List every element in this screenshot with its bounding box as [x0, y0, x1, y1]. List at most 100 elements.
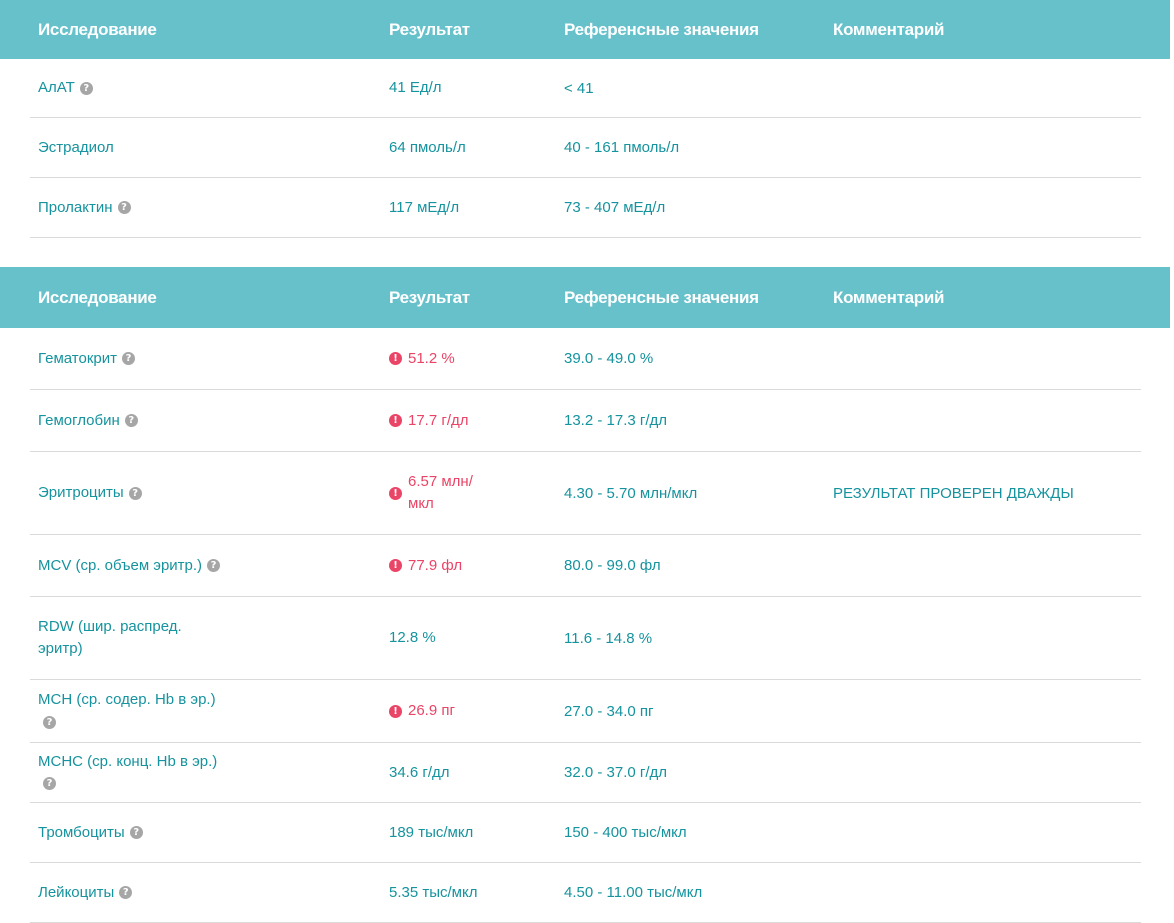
test-name-wrap: MCV (ср. объем эритр.)? [38, 555, 221, 577]
warning-icon: ! [389, 559, 402, 572]
test-name: Лейкоциты [38, 883, 115, 901]
test-name-cell: Эстрадиол [38, 118, 228, 177]
table-header: Исследование Результат Референсные значе… [0, 0, 1170, 59]
help-icon[interactable]: ? [124, 414, 138, 428]
reference-value: 4.30 - 5.70 млн/мкл [564, 452, 697, 534]
result-cell: ! 77.9 фл [389, 535, 462, 596]
result-cell: ! 51.2 % [389, 328, 455, 389]
test-name: Эритроциты [38, 484, 124, 501]
result-value: 34.6 г/дл [389, 763, 450, 781]
table-row: Гематокрит? ! 51.2 % 39.0 - 49.0 % [30, 328, 1141, 390]
header-test: Исследование [38, 288, 157, 307]
result-cell: 189 тыс/мкл [389, 803, 473, 862]
test-name: MCHC (ср. конц. Hb в эр.) [38, 752, 218, 770]
test-name-wrap: Эстрадиол [38, 137, 114, 159]
test-name: Гематокрит [38, 349, 117, 367]
test-name: АлАТ [38, 79, 75, 96]
reference-text: 39.0 - 49.0 % [564, 350, 654, 367]
reference-value: 4.50 - 11.00 тыс/мкл [564, 863, 702, 922]
warning-icon: ! [389, 704, 402, 718]
reference-value: 150 - 400 тыс/мкл [564, 803, 687, 862]
result-cell: 12.8 % [389, 597, 436, 679]
help-icon[interactable]: ? [43, 715, 56, 729]
reference-text: 80.0 - 99.0 фл [564, 557, 661, 574]
header-result: Результат [389, 20, 470, 39]
test-name-cell: Эритроциты? [38, 452, 228, 534]
result-cell: 41 Ед/л [389, 59, 442, 117]
help-icon[interactable]: ? [117, 201, 131, 215]
comment-value: РЕЗУЛЬТАТ ПРОВЕРЕН ДВАЖДЫ [833, 452, 1074, 534]
results-table-blood: Исследование Результат Референсные значе… [0, 267, 1170, 923]
reference-text: 4.30 - 5.70 млн/мкл [564, 484, 698, 502]
table-row: MCHC (ср. конц. Hb в эр.)? 34.6 г/дл 32.0 … [30, 743, 1141, 803]
reference-value: < 41 [564, 59, 594, 117]
table-row: Тромбоциты? 189 тыс/мкл 150 - 400 тыс/мкл [30, 803, 1141, 863]
reference-value: 11.6 - 14.8 % [564, 597, 652, 679]
header-reference: Референсные значения [564, 288, 759, 307]
reference-text: 4.50 - 11.00 тыс/мкл [564, 884, 703, 901]
test-name-wrap: Гемоглобин? [38, 410, 138, 432]
test-name-cell: Гемоглобин? [38, 390, 228, 451]
reference-text: 150 - 400 тыс/мкл [564, 824, 687, 841]
result-value: 12.8 % [389, 629, 436, 646]
test-name: MCV (ср. объем эритр.) [38, 556, 203, 574]
result-cell: 64 пмоль/л [389, 118, 466, 177]
table-body: АлАТ? 41 Ед/л < 41 Эстрадиол 64 пмоль/л 40 - … [0, 59, 1170, 238]
reference-text: 40 - 161 пмоль/л [564, 139, 680, 156]
reference-text: 73 - 407 мЕд/л [564, 199, 666, 216]
reference-text: 32.0 - 37.0 г/дл [564, 764, 668, 781]
test-name: Эстрадиол [38, 138, 114, 156]
test-name-cell: Гематокрит? [38, 328, 228, 389]
table-row: АлАТ? 41 Ед/л < 41 [30, 59, 1141, 118]
results-table-biochemistry: Исследование Результат Референсные значе… [0, 0, 1170, 238]
help-icon[interactable]: ? [43, 777, 56, 791]
help-icon[interactable]: ? [207, 559, 221, 573]
table-row: Пролактин? 117 мЕд/л 73 - 407 мЕд/л [30, 178, 1141, 238]
test-name-cell: MCV (ср. объем эритр.)? [38, 535, 228, 596]
reference-value: 13.2 - 17.3 г/дл [564, 390, 667, 451]
table-header: Исследование Результат Референсные значе… [0, 267, 1170, 328]
result-cell: 34.6 г/дл [389, 743, 450, 802]
table-row: MCH (ср. содер. Hb в эр.)?! 26.9 пг 27.0 -… [30, 680, 1141, 743]
test-name: Пролактин [38, 198, 113, 216]
test-name-cell: MCHC (ср. конц. Hb в эр.)? [38, 743, 228, 802]
result-cell: ! 6.57 млн/мкл [389, 452, 478, 534]
result-value: 189 тыс/мкл [389, 823, 474, 841]
test-name-wrap: Эритроциты? [38, 482, 142, 504]
header-comment: Комментарий [833, 20, 945, 39]
help-icon[interactable]: ? [129, 826, 143, 840]
help-icon[interactable]: ? [119, 886, 133, 900]
table-row: Лейкоциты? 5.35 тыс/мкл 4.50 - 11.00 тыс/м… [30, 863, 1141, 923]
reference-value: 27.0 - 34.0 пг [564, 680, 653, 742]
result-value: 51.2 % [408, 349, 455, 367]
test-name-wrap: MCH (ср. содер. Hb в эр.)? [38, 689, 228, 733]
test-name-wrap: Гематокрит? [38, 348, 135, 370]
test-name: RDW (шир. распред. эритр) [38, 618, 182, 657]
reference-text: 13.2 - 17.3 г/дл [564, 412, 668, 429]
reference-value: 39.0 - 49.0 % [564, 328, 653, 389]
test-name-cell: MCH (ср. содер. Hb в эр.)? [38, 680, 228, 742]
result-value: 77.9 фл [408, 556, 463, 574]
reference-value: 32.0 - 37.0 г/дл [564, 743, 667, 802]
test-name-cell: Тромбоциты? [38, 803, 228, 862]
test-name-wrap: MCHC (ср. конц. Hb в эр.)? [38, 751, 228, 795]
warning-icon: ! [389, 486, 402, 500]
header-result: Результат [389, 288, 470, 307]
result-cell: 5.35 тыс/мкл [389, 863, 477, 922]
result-cell: 117 мЕд/л [389, 178, 459, 237]
comment-text: РЕЗУЛЬТАТ ПРОВЕРЕН ДВАЖДЫ [833, 484, 1074, 502]
table-row: Гемоглобин?! 17.7 г/дл 13.2 - 17.3 г/дл [30, 390, 1141, 452]
help-icon[interactable]: ? [79, 81, 93, 95]
table-row: MCV (ср. объем эритр.)?! 77.9 фл 80.0 - 99… [30, 535, 1141, 597]
reference-value: 40 - 161 пмоль/л [564, 118, 679, 177]
result-value: 117 мЕд/л [389, 198, 460, 216]
help-icon[interactable]: ? [128, 486, 142, 500]
table-row: Эритроциты? ! 6.57 млн/мкл 4.30 - 5.70 млн/… [30, 452, 1141, 535]
help-icon[interactable]: ? [121, 352, 135, 366]
test-name-cell: АлАТ? [38, 59, 228, 117]
test-name-wrap: Пролактин? [38, 197, 131, 219]
test-name-cell: Лейкоциты? [38, 863, 228, 922]
table-row: RDW (шир. распред. эритр) 12.8 % 11.6 - 14… [30, 597, 1141, 680]
test-name-cell: Пролактин? [38, 178, 228, 237]
test-name: Гемоглобин [38, 411, 120, 429]
